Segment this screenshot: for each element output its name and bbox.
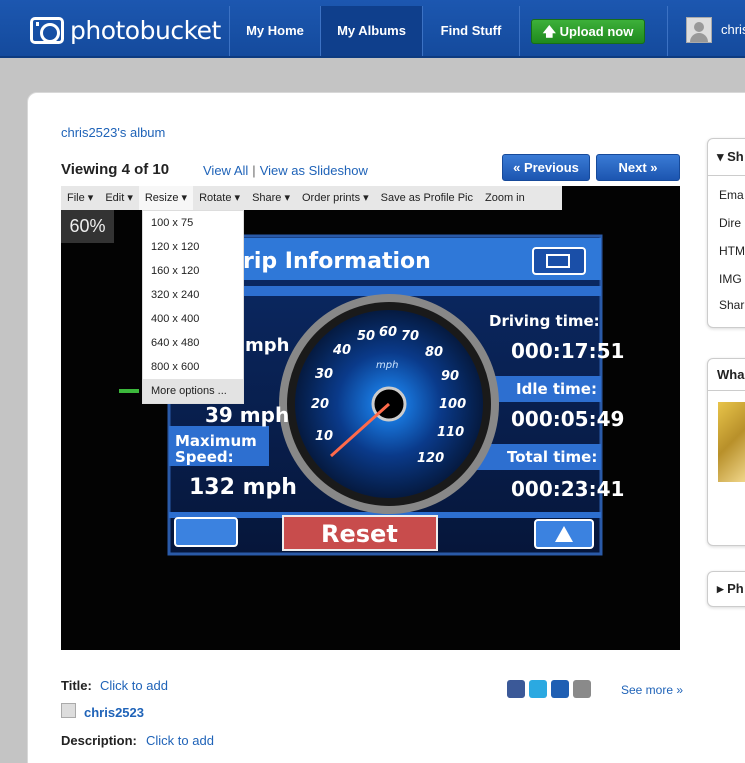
rotate-menu[interactable]: Rotate ▾	[193, 186, 246, 210]
share-box-title[interactable]: ▾ Sh	[717, 149, 744, 165]
zoom-in-button[interactable]: Zoom in	[479, 186, 531, 210]
photo-total-label: Total time:	[507, 448, 597, 466]
zoom-level-label: 60%	[61, 210, 114, 243]
slideshow-link[interactable]: View as Slideshow	[260, 163, 368, 178]
photo-toolbar: File ▾ Edit ▾ Resize ▾ Rotate ▾ Share ▾ …	[61, 186, 562, 210]
share-box-title-text: Sh	[727, 149, 744, 164]
resize-option[interactable]: 120 x 120	[143, 235, 243, 259]
description-add-link[interactable]: Click to add	[146, 733, 214, 748]
photo-reset-text: Reset	[321, 520, 398, 548]
share-html-row: HTM	[719, 244, 745, 258]
nav-divider	[667, 6, 668, 56]
title-label: Title:	[61, 678, 92, 693]
svg-text:60: 60	[379, 325, 397, 340]
svg-text:50: 50	[357, 329, 375, 344]
photo-max-value: 132 mph	[189, 475, 297, 500]
photo-max-label-2: Speed:	[175, 448, 234, 466]
nav-divider	[519, 6, 520, 56]
title-add-link[interactable]: Click to add	[100, 678, 168, 693]
share-email-row: Ema	[719, 188, 744, 202]
ph-box-title[interactable]: ▸ Ph	[717, 581, 744, 597]
resize-dropdown: 100 x 75 120 x 120 160 x 120 320 x 240 4…	[142, 210, 244, 404]
nav-my-albums[interactable]: My Albums	[321, 6, 422, 56]
resize-option[interactable]: 800 x 600	[143, 355, 243, 379]
resize-menu[interactable]: Resize ▾	[138, 186, 194, 210]
twitter-icon[interactable]	[529, 680, 547, 698]
svg-text:120: 120	[417, 451, 444, 466]
myspace-icon[interactable]	[551, 680, 569, 698]
svg-text:70: 70	[401, 329, 419, 344]
separator: |	[252, 163, 256, 178]
photo-title-text: rip Information	[243, 249, 431, 274]
top-nav-bar: photobucket My Home My Albums Find Stuff…	[0, 0, 745, 58]
whats-box-title: Wha	[717, 367, 745, 382]
share-menu[interactable]: Share ▾	[246, 186, 296, 210]
upload-now-button[interactable]: 🡅 Upload now	[531, 19, 645, 44]
photo-driving-label: Driving time:	[489, 312, 600, 330]
resize-option[interactable]: 400 x 400	[143, 307, 243, 331]
resize-option[interactable]: 160 x 120	[143, 259, 243, 283]
share-direct-row: Dire	[719, 216, 742, 230]
svg-text:20: 20	[311, 397, 329, 412]
nav-bottom-strip	[0, 56, 745, 58]
photobucket-logo[interactable]: photobucket	[30, 15, 221, 45]
nav-find-stuff[interactable]: Find Stuff	[423, 6, 519, 56]
facebook-icon[interactable]	[507, 680, 525, 698]
divider	[707, 175, 745, 176]
owner-link[interactable]: chris2523	[84, 705, 144, 720]
view-links: View All | View as Slideshow	[203, 163, 368, 178]
ph-box-title-text: Ph	[727, 581, 744, 596]
photo-idle-label: Idle time:	[516, 380, 597, 398]
up-arrow-icon: 🡅	[542, 24, 557, 39]
next-button[interactable]: Next »	[596, 154, 680, 181]
description-label: Description:	[61, 733, 137, 748]
svg-text:80: 80	[425, 345, 443, 360]
more-options[interactable]: More options ...	[143, 379, 243, 403]
photo-total-value: 000:23:41	[511, 477, 624, 501]
related-thumbnail[interactable]	[718, 402, 745, 482]
svg-text:40: 40	[332, 343, 351, 358]
upload-label: Upload now	[559, 24, 634, 39]
photo-avg-value: mph	[245, 335, 289, 356]
file-menu[interactable]: File ▾	[61, 186, 99, 210]
view-all-link[interactable]: View All	[203, 163, 248, 178]
photo-speed-value: 39 mph	[205, 403, 289, 427]
nav-my-home[interactable]: My Home	[230, 6, 320, 56]
resize-option[interactable]: 320 x 240	[143, 283, 243, 307]
share-img-row: IMG	[719, 272, 742, 286]
email-icon[interactable]	[573, 680, 591, 698]
caret-down-icon: ▾	[717, 149, 728, 164]
photo-driving-value: 000:17:51	[511, 339, 624, 363]
edit-menu[interactable]: Edit ▾	[99, 186, 139, 210]
svg-text:30: 30	[315, 367, 333, 382]
save-profile-pic-button[interactable]: Save as Profile Pic	[375, 186, 479, 210]
svg-text:100: 100	[439, 397, 466, 412]
photo-idle-value: 000:05:49	[511, 407, 624, 431]
camera-logo-icon	[30, 16, 64, 44]
divider	[707, 390, 745, 391]
share-more-row: Shar	[719, 298, 745, 312]
caret-right-icon: ▸	[717, 581, 728, 596]
resize-option[interactable]: 640 x 480	[143, 331, 243, 355]
previous-button[interactable]: « Previous	[502, 154, 590, 181]
order-prints-menu[interactable]: Order prints ▾	[296, 186, 375, 210]
album-link[interactable]: chris2523's album	[61, 125, 165, 140]
owner-avatar	[61, 703, 76, 718]
logo-text: photobucket	[70, 15, 221, 45]
username-link[interactable]: chris	[721, 22, 745, 37]
gauge-unit: mph	[376, 360, 398, 371]
resize-option[interactable]: 100 x 75	[143, 211, 243, 235]
svg-text:10: 10	[315, 429, 333, 444]
user-avatar[interactable]	[686, 17, 712, 43]
svg-text:110: 110	[437, 425, 464, 440]
svg-text:90: 90	[441, 369, 459, 384]
viewing-count: Viewing 4 of 10	[61, 161, 170, 178]
see-more-link[interactable]: See more »	[621, 683, 683, 697]
